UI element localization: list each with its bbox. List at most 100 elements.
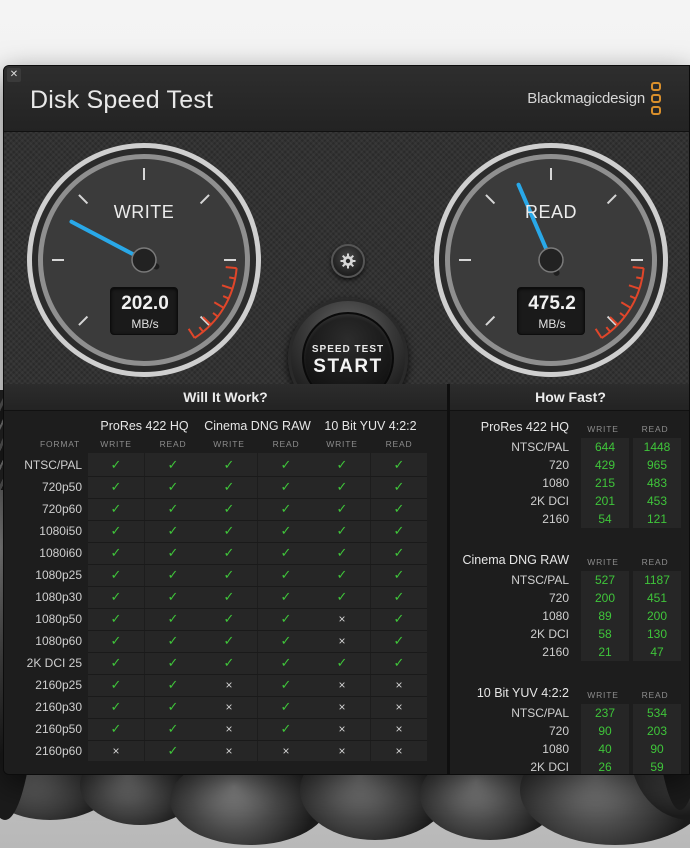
- check-icon: ✓: [223, 479, 235, 494]
- close-button[interactable]: ✕: [7, 68, 21, 82]
- check-icon: ✓: [110, 655, 122, 670]
- check-icon: ✓: [393, 457, 405, 472]
- check-icon: ✓: [110, 501, 122, 516]
- will-it-work-subheader: WRITE: [326, 439, 358, 449]
- write-speed-cell: 26: [581, 758, 629, 774]
- gear-icon: [340, 253, 356, 269]
- will-it-work-row: 1080i60 ✓ ✓ ✓ ✓ ✓ ✓: [4, 542, 447, 564]
- check-icon: ✓: [336, 523, 348, 538]
- will-it-work-row: 1080p50 ✓ ✓ ✓ ✓ × ✓: [4, 608, 447, 630]
- window-header: ✕ Disk Speed Test Blackmagicdesign: [4, 66, 689, 132]
- how-fast-subheader: WRITE: [587, 690, 619, 700]
- format-label: 720: [548, 458, 569, 472]
- will-it-work-row: 1080p25 ✓ ✓ ✓ ✓ ✓ ✓: [4, 564, 447, 586]
- check-icon: ✓: [223, 611, 235, 626]
- how-fast-row: 2K DCI 26 59: [450, 758, 689, 774]
- read-speed-cell: 47: [633, 643, 681, 661]
- check-icon: ✓: [336, 545, 348, 560]
- how-fast-subheader: READ: [641, 690, 669, 700]
- cross-icon: ×: [225, 678, 233, 692]
- how-fast-row: 2160 21 47: [450, 643, 689, 661]
- write-speed-cell: 201: [581, 492, 629, 510]
- check-icon: ✓: [167, 721, 179, 736]
- check-icon: ✓: [167, 743, 179, 758]
- read-speed-cell: 965: [633, 456, 681, 474]
- will-it-work-row: 720p50 ✓ ✓ ✓ ✓ ✓ ✓: [4, 476, 447, 498]
- format-label: 720p50: [41, 480, 82, 494]
- will-it-work-subheader: WRITE: [213, 439, 245, 449]
- read-gauge-label: READ: [524, 202, 577, 222]
- format-label: 1080p50: [35, 612, 82, 626]
- check-icon: ✓: [280, 611, 292, 626]
- will-it-work-subheader: READ: [159, 439, 187, 449]
- how-fast-row: 720 429 965: [450, 456, 689, 474]
- how-fast-group-header: Cinema DNG RAW: [462, 553, 570, 567]
- format-label: 2160: [542, 645, 569, 659]
- format-label: NTSC/PAL: [24, 458, 82, 472]
- format-label: 2160p30: [35, 700, 82, 714]
- check-icon: ✓: [167, 457, 179, 472]
- check-icon: ✓: [280, 501, 292, 516]
- check-icon: ✓: [167, 479, 179, 494]
- write-gauge-label: WRITE: [113, 202, 175, 222]
- check-icon: ✓: [393, 611, 405, 626]
- check-icon: ✓: [110, 633, 122, 648]
- cross-icon: ×: [395, 700, 403, 714]
- check-icon: ✓: [110, 523, 122, 538]
- how-fast-row: 1080 40 90: [450, 740, 689, 758]
- write-speed-cell: 21: [581, 643, 629, 661]
- format-label: NTSC/PAL: [511, 706, 569, 720]
- format-label: 1080: [542, 476, 569, 490]
- format-label: 2160p25: [35, 678, 82, 692]
- check-icon: ✓: [336, 479, 348, 494]
- read-speed-cell: 1448: [633, 438, 681, 456]
- format-label: 1080i50: [39, 524, 82, 538]
- settings-button[interactable]: [331, 244, 365, 278]
- read-speed-cell: 90: [633, 740, 681, 758]
- write-speed-unit: MB/s: [131, 317, 159, 331]
- check-icon: ✓: [110, 721, 122, 736]
- read-speed-readout: 475.2 MB/s: [517, 287, 585, 335]
- check-icon: ✓: [280, 655, 292, 670]
- cross-icon: ×: [338, 744, 346, 758]
- format-label: 1080p25: [35, 568, 82, 582]
- will-it-work-subheader: WRITE: [100, 439, 132, 449]
- gauge-area: WRITE 202.0 MB/s SPEED TEST START READ 4…: [4, 132, 689, 418]
- check-icon: ✓: [110, 545, 122, 560]
- cross-icon: ×: [395, 722, 403, 736]
- format-label: 1080p60: [35, 634, 82, 648]
- check-icon: ✓: [280, 545, 292, 560]
- check-icon: ✓: [110, 457, 122, 472]
- check-icon: ✓: [167, 501, 179, 516]
- how-fast-row: 2160 54 121: [450, 510, 689, 528]
- check-icon: ✓: [110, 589, 122, 604]
- read-gauge-hub: [538, 247, 564, 273]
- check-icon: ✓: [223, 545, 235, 560]
- read-speed-cell: 200: [633, 607, 681, 625]
- check-icon: ✓: [336, 501, 348, 516]
- format-label: NTSC/PAL: [511, 440, 569, 454]
- will-it-work-row: NTSC/PAL ✓ ✓ ✓ ✓ ✓ ✓: [4, 454, 447, 476]
- will-it-work-row: 1080p60 ✓ ✓ ✓ ✓ × ✓: [4, 630, 447, 652]
- how-fast-row: NTSC/PAL 644 1448: [450, 438, 689, 456]
- check-icon: ✓: [110, 479, 122, 494]
- read-gauge-redline-tick: [632, 266, 644, 270]
- read-speed-cell: 451: [633, 589, 681, 607]
- read-gauge: READ 475.2 MB/s: [431, 140, 671, 380]
- check-icon: ✓: [167, 677, 179, 692]
- check-icon: ✓: [393, 567, 405, 582]
- format-label: 2K DCI: [530, 627, 569, 641]
- read-speed-cell: 483: [633, 474, 681, 492]
- how-fast-subheader: READ: [641, 557, 669, 567]
- check-icon: ✓: [223, 633, 235, 648]
- check-icon: ✓: [280, 699, 292, 714]
- check-icon: ✓: [223, 501, 235, 516]
- how-fast-row: 2K DCI 58 130: [450, 625, 689, 643]
- write-speed-cell: 90: [581, 722, 629, 740]
- how-fast-row: 1080 89 200: [450, 607, 689, 625]
- format-label: 1080p30: [35, 590, 82, 604]
- read-speed-cell: 534: [633, 704, 681, 722]
- format-label: 2K DCI: [530, 760, 569, 774]
- write-speed-value: 202.0: [121, 293, 169, 314]
- how-fast-row: NTSC/PAL 527 1187: [450, 571, 689, 589]
